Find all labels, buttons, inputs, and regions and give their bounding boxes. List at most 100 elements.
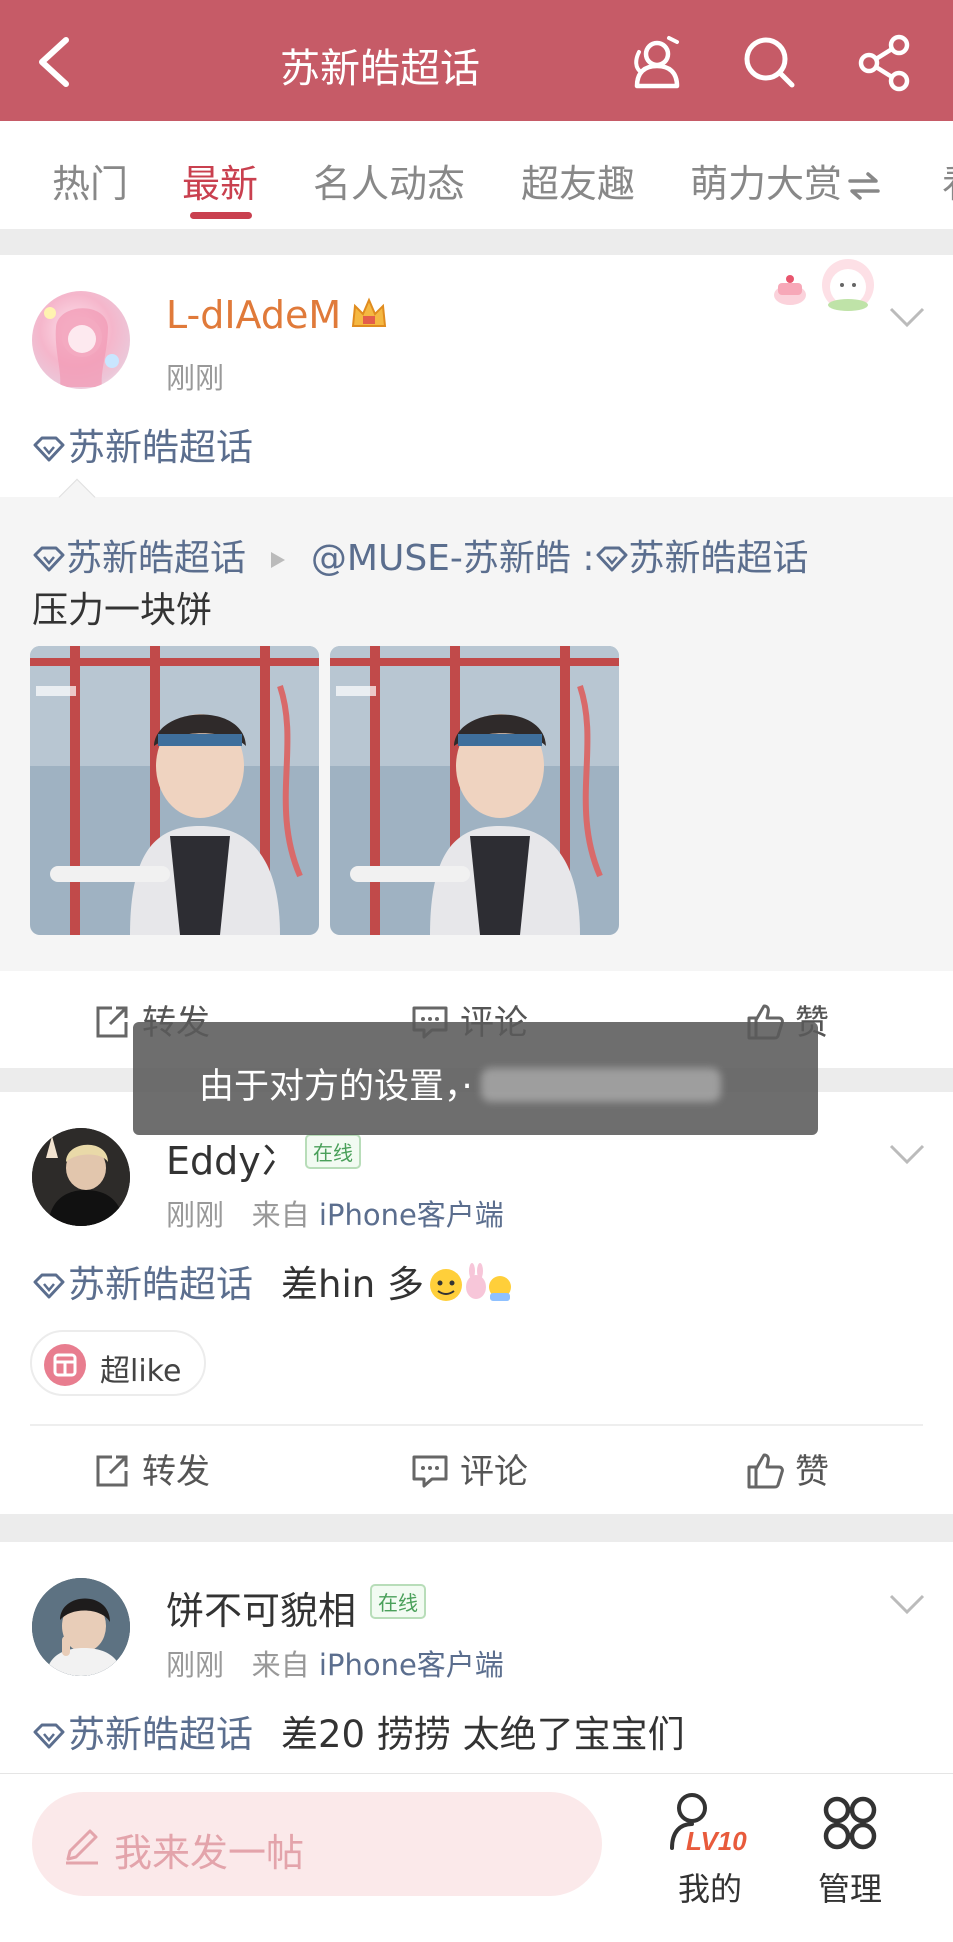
diamond-icon [596,546,627,572]
post-text: 苏新皓超话 差20 捞捞 太绝了宝宝们 [32,1704,685,1758]
post-card[interactable]: L-dIAdeM 刚刚 苏新皓超话 苏新皓超话 @MUSE-苏新皓 : 苏新皓超话… [0,255,953,1068]
like-label: 赞 [795,1452,829,1492]
toast-blurred-text [480,1068,721,1102]
repost-icon [96,1455,128,1487]
avatar[interactable] [32,1128,130,1226]
thumbs-up-icon [747,1453,784,1489]
tab-celebrity[interactable]: 名人动态 [313,153,465,208]
avatar[interactable] [32,1578,130,1676]
post-time: 刚刚 [166,1198,225,1232]
topic-label: 苏新皓超话 [68,1263,253,1306]
toast-message: 由于对方的设置，· [133,1022,818,1135]
manage-label: 管理 [817,1870,882,1908]
post-time: 刚刚 [166,1648,225,1682]
post-body: 差hin 多 [281,1263,424,1306]
mention-link[interactable]: @MUSE-苏新皓 [311,538,571,579]
post-body: 差20 捞捞 太绝了宝宝们 [281,1713,685,1756]
repost-source-line: 苏新皓超话 @MUSE-苏新皓 : 苏新皓超话 [32,529,809,581]
chevron-down-icon[interactable] [888,1592,926,1616]
post-actions: 转发 评论 赞 [0,1424,953,1514]
post-meta: 刚刚 来自 iPhone客户端 [166,1192,504,1234]
level-text: LV10 [686,1826,747,1856]
super-like-label: 超like [100,1354,182,1389]
diamond-icon [33,1723,65,1749]
compose-button[interactable]: 我来发一帖 [32,1792,602,1896]
photo-image [330,646,619,935]
repost-icon [96,1006,128,1038]
mine-button[interactable]: LV10 我的 [650,1788,770,1910]
repost-topic2-link[interactable]: 苏新皓超话 [595,538,809,579]
topic-link[interactable]: 苏新皓超话 [32,1713,253,1756]
repost-label: 转发 [142,1452,210,1492]
tab-awards-label: 萌力大赏 [690,162,843,206]
comment-label: 评论 [460,1452,528,1492]
comment-button[interactable]: 评论 [410,1444,528,1493]
share-icon[interactable] [855,32,915,92]
topic-label: 苏新皓超话 [68,1713,253,1756]
triangle-right-icon [271,552,286,568]
active-tab-indicator [190,212,252,219]
compose-label: 我来发一帖 [114,1831,305,1875]
swap-icon [848,172,880,200]
avatar-art [32,1578,130,1676]
post-card[interactable]: Eddy冫 在线 刚刚 来自 iPhone客户端 苏新皓超话 差hin 多 超li… [0,1092,953,1514]
comment-icon [412,1455,448,1488]
repost-caret [58,478,96,516]
source-prefix: 来自 [251,1198,310,1232]
tab-fun[interactable]: 超友趣 [521,153,635,208]
user-follow-icon[interactable] [625,32,685,92]
repost-topic-label: 苏新皓超话 [66,538,247,579]
avatar-art [32,1128,130,1226]
username[interactable]: Eddy冫 [166,1130,299,1185]
manage-icon [823,1796,877,1850]
post-card[interactable]: 饼不可貌相 在线 刚刚 来自 iPhone客户端 苏新皓超话 差20 捞捞 太绝了… [0,1542,953,1782]
post-text: 苏新皓超话 差hin 多 [32,1254,514,1308]
emoji-icon [429,1263,511,1301]
repost-button[interactable]: 转发 [92,1444,210,1493]
decoration-sticker-icon [774,259,874,311]
tab-awards[interactable]: 萌力大赏 [690,153,882,208]
source-link[interactable]: iPhone客户端 [319,1198,504,1232]
online-badge: 在线 [370,1584,426,1619]
manage-button[interactable]: 管理 [790,1788,910,1910]
diamond-icon [33,546,65,572]
super-like-chip[interactable]: 超like [30,1330,206,1396]
source-prefix: 来自 [251,1648,310,1682]
top-bar: 苏新皓超话 [0,0,953,121]
topic-link[interactable]: 苏新皓超话 [32,417,253,471]
post-time: 刚刚 [166,361,225,395]
username[interactable]: 饼不可貌相 [166,1580,356,1635]
avatar-art [44,307,119,387]
repost-topic-link[interactable]: 苏新皓超话 [32,538,246,579]
repost-topic2-label: 苏新皓超话 [628,538,809,579]
pencil-icon [66,1829,98,1865]
tab-hot[interactable]: 热门 [52,153,128,208]
toast-text: 由于对方的设置，· [199,1067,473,1107]
avatar[interactable] [32,291,130,389]
mine-label: 我的 [677,1870,742,1908]
topic-label: 苏新皓超话 [68,426,253,469]
diamond-icon [33,1273,65,1299]
chevron-down-icon[interactable] [888,305,926,329]
post-meta: 刚刚 来自 iPhone客户端 [166,1642,504,1684]
super-like-icon [44,1344,86,1386]
repost-text: 压力一块饼 [32,590,213,631]
colon-separator: : [570,538,595,579]
source-link[interactable]: iPhone客户端 [319,1648,504,1682]
chevron-down-icon[interactable] [888,1142,926,1166]
post-photo[interactable] [30,646,319,935]
tab-bar: 热门 最新 名人动态 超友趣 萌力大赏 看 [0,121,953,229]
diamond-icon [33,436,65,462]
crown-badge-icon [352,297,387,327]
repost-block[interactable]: 苏新皓超话 @MUSE-苏新皓 : 苏新皓超话 压力一块饼 [0,478,953,971]
tab-latest[interactable]: 最新 [182,153,258,208]
online-badge: 在线 [305,1134,361,1169]
search-icon[interactable] [740,32,800,92]
tab-more[interactable]: 看 [942,153,953,208]
like-button[interactable]: 赞 [745,1444,829,1493]
post-photo[interactable] [330,646,619,935]
bottom-bar: 我来发一帖 LV10 我的 管理 [0,1773,953,1942]
username[interactable]: L-dIAdeM [166,293,389,337]
topic-link[interactable]: 苏新皓超话 [32,1263,253,1306]
photo-image [30,646,319,935]
